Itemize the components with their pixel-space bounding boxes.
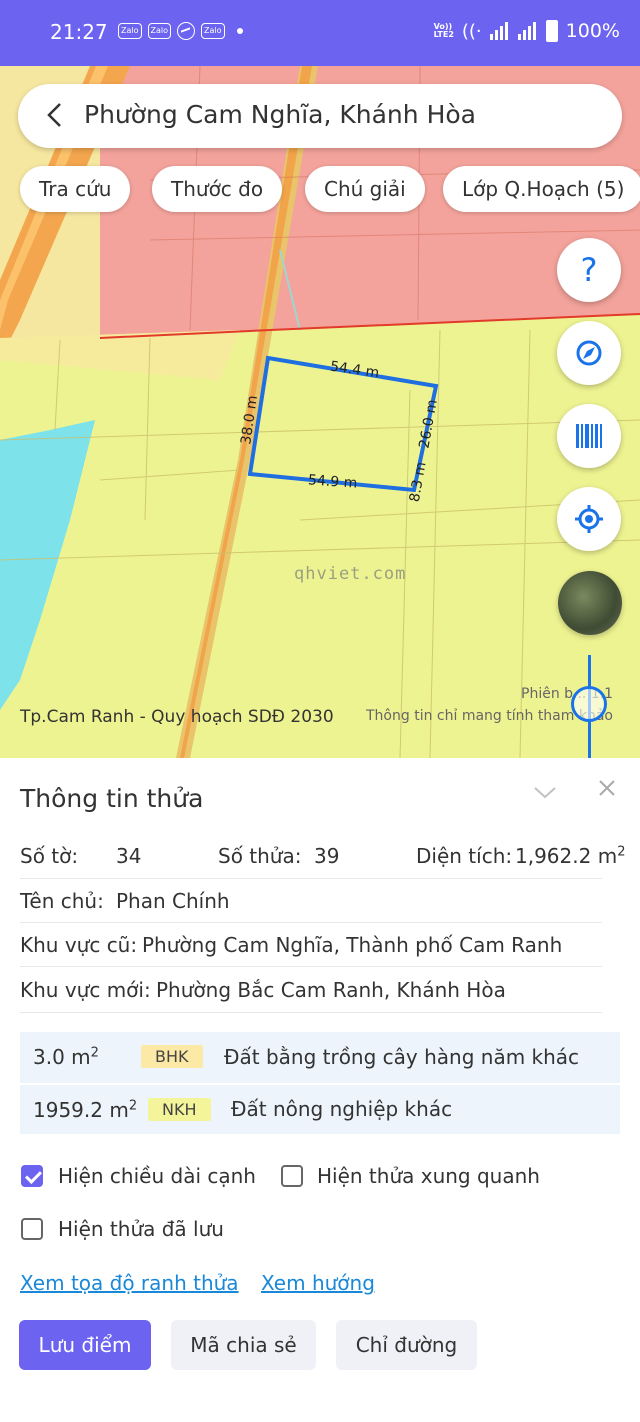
help-icon: ? bbox=[580, 251, 598, 289]
land-use-code-badge: NKH bbox=[148, 1098, 211, 1121]
so-to-label: Số tờ: bbox=[20, 844, 79, 868]
show-edges-checkbox[interactable] bbox=[21, 1165, 43, 1187]
show-edges-label[interactable]: Hiện chiều dài cạnh bbox=[58, 1164, 256, 1188]
locate-button[interactable] bbox=[557, 487, 621, 551]
messenger-icon bbox=[177, 22, 195, 40]
status-right: Vo)) LTE2 ((· 100% bbox=[434, 20, 620, 42]
directions-button[interactable]: Chỉ đường bbox=[336, 1320, 477, 1370]
view-boundary-coords-link[interactable]: Xem tọa độ ranh thửa bbox=[20, 1271, 239, 1295]
edge-length-bottom: 54.9 m bbox=[307, 472, 358, 492]
signal-icon bbox=[517, 22, 538, 40]
status-time: 21:27 bbox=[50, 20, 108, 44]
land-use-area: 3.0 m2 bbox=[33, 1045, 99, 1069]
save-point-button[interactable]: Lưu điểm bbox=[19, 1320, 151, 1370]
divider bbox=[20, 922, 602, 923]
view-direction-link[interactable]: Xem hướng bbox=[261, 1271, 375, 1295]
back-arrow-icon[interactable] bbox=[40, 100, 70, 130]
share-code-button[interactable]: Mã chia sẻ bbox=[171, 1320, 316, 1370]
old-area-label: Khu vực cũ: bbox=[20, 933, 138, 957]
show-saved-checkbox[interactable] bbox=[21, 1218, 43, 1240]
divider bbox=[20, 878, 602, 879]
status-bar: 21:27 Zalo Zalo Zalo Vo)) LTE2 ((· 100% bbox=[0, 0, 640, 66]
help-button[interactable]: ? bbox=[557, 238, 621, 302]
notification-icons: Zalo Zalo Zalo bbox=[118, 22, 243, 40]
show-neighbors-checkbox[interactable] bbox=[281, 1165, 303, 1187]
chip-lop-quy-hoach[interactable]: Lớp Q.Hoạch (5) bbox=[443, 166, 640, 212]
land-use-description: Đất bằng trồng cây hàng năm khác bbox=[224, 1045, 580, 1069]
zalo-icon: Zalo bbox=[118, 23, 142, 39]
satellite-layer-button[interactable] bbox=[558, 571, 622, 635]
opacity-slider-knob[interactable] bbox=[571, 686, 607, 722]
battery-percent: 100% bbox=[565, 20, 620, 42]
location-title: Phường Cam Nghĩa, Khánh Hòa bbox=[84, 100, 476, 129]
land-use-divider bbox=[20, 1083, 620, 1085]
battery-icon bbox=[545, 20, 558, 42]
barcode-icon bbox=[576, 424, 602, 448]
signal-icon bbox=[489, 22, 510, 40]
volte-icon: Vo)) LTE2 bbox=[433, 22, 454, 39]
divider bbox=[20, 1012, 602, 1013]
zalo-icon: Zalo bbox=[147, 23, 171, 39]
more-notifications-dot bbox=[236, 28, 243, 34]
divider bbox=[20, 966, 602, 967]
so-thua-value: 39 bbox=[314, 844, 340, 868]
land-use-area: 1959.2 m2 bbox=[33, 1098, 138, 1122]
compass-icon bbox=[576, 340, 602, 366]
dien-tich-value: 1,962.2 m2 bbox=[515, 844, 626, 868]
map-watermark: qhviet.com bbox=[294, 564, 407, 584]
show-saved-label[interactable]: Hiện thửa đã lưu bbox=[58, 1217, 224, 1241]
panel-title: Thông tin thửa bbox=[20, 784, 204, 813]
chip-thuoc-do[interactable]: Thước đo bbox=[152, 166, 283, 212]
owner-label: Tên chủ: bbox=[20, 889, 104, 913]
new-area-value: Phường Bắc Cam Ranh, Khánh Hòa bbox=[156, 978, 506, 1002]
dien-tich-label: Diện tích: bbox=[416, 844, 513, 868]
new-area-label: Khu vực mới: bbox=[20, 978, 151, 1002]
compass-button[interactable] bbox=[557, 321, 621, 385]
location-search-bar[interactable]: Phường Cam Nghĩa, Khánh Hòa bbox=[18, 84, 622, 148]
barcode-button[interactable] bbox=[557, 404, 621, 468]
so-thua-label: Số thửa: bbox=[218, 844, 302, 868]
show-neighbors-label[interactable]: Hiện thửa xung quanh bbox=[317, 1164, 540, 1188]
owner-value: Phan Chính bbox=[116, 889, 230, 913]
land-use-code-badge: BHK bbox=[141, 1045, 203, 1068]
chip-chu-giai[interactable]: Chú giải bbox=[305, 166, 425, 212]
chip-tra-cuu[interactable]: Tra cứu bbox=[20, 166, 131, 212]
plan-label: Tp.Cam Ranh - Quy hoạch SDĐ 2030 bbox=[20, 707, 334, 727]
old-area-value: Phường Cam Nghĩa, Thành phố Cam Ranh bbox=[142, 933, 563, 957]
locate-icon bbox=[575, 505, 603, 533]
wifi-icon: ((· bbox=[461, 20, 482, 42]
close-icon[interactable] bbox=[596, 776, 618, 806]
chevron-down-icon[interactable] bbox=[532, 780, 558, 806]
zalo-icon: Zalo bbox=[201, 23, 225, 39]
land-use-description: Đất nông nghiệp khác bbox=[231, 1097, 453, 1121]
so-to-value: 34 bbox=[116, 844, 142, 868]
